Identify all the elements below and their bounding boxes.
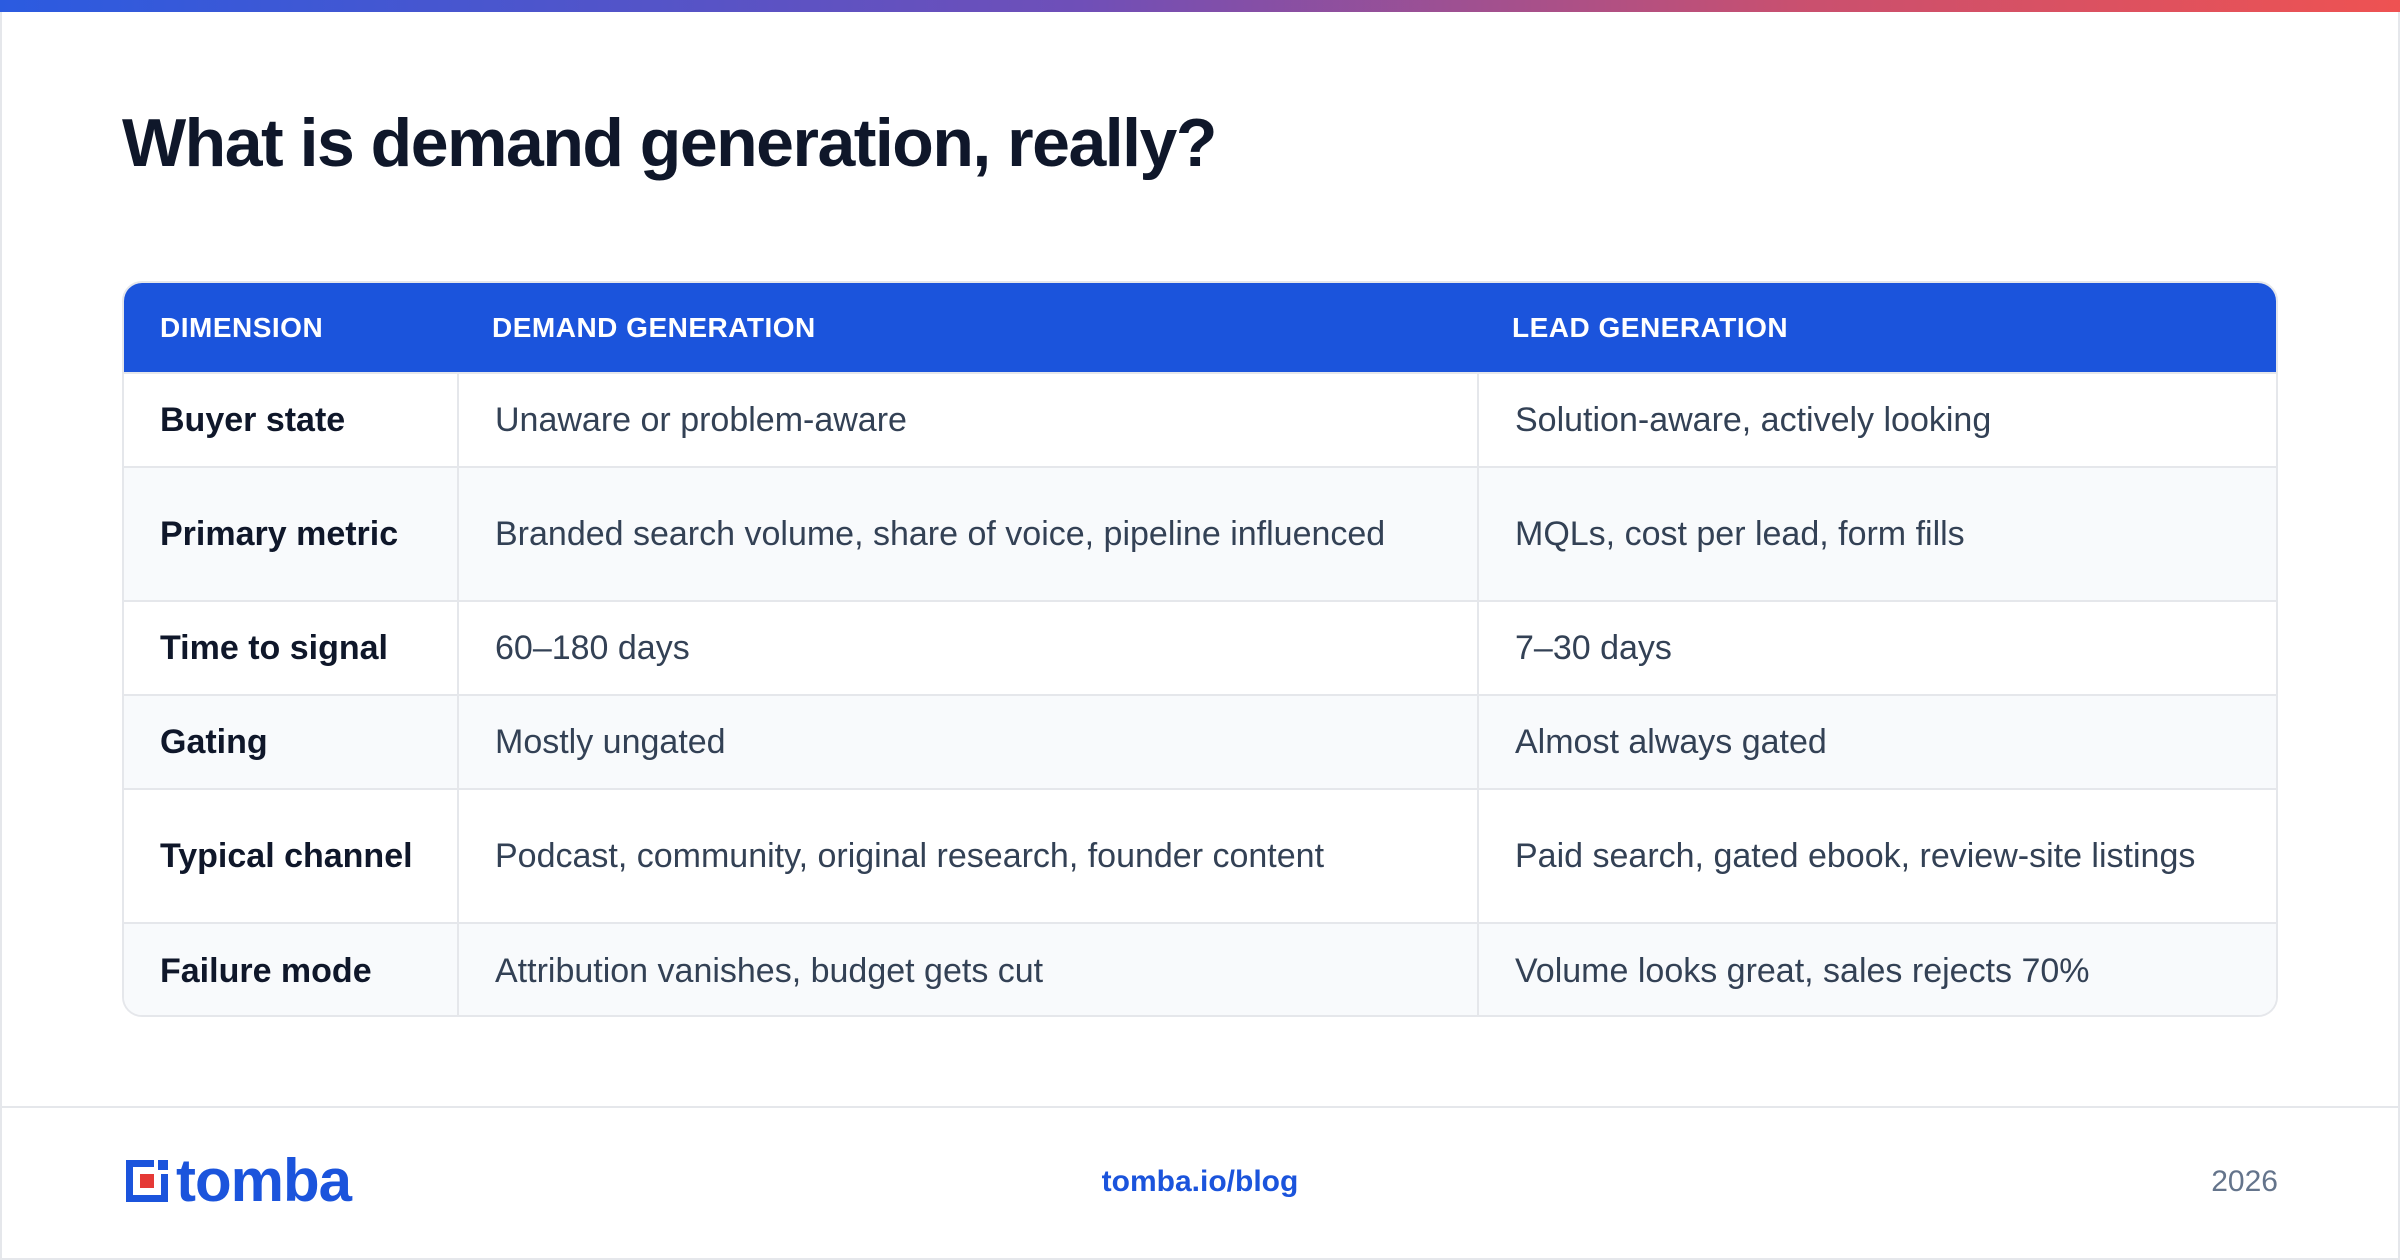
dimension-cell: Typical channel [124, 788, 458, 923]
comparison-table: DIMENSION DEMAND GENERATION LEAD GENERAT… [122, 281, 2278, 1017]
comparison-table-grid: DIMENSION DEMAND GENERATION LEAD GENERAT… [124, 283, 2276, 1015]
dimension-cell: Primary metric [124, 466, 458, 601]
demand-cell: 60–180 days [457, 600, 1478, 695]
lead-cell: Almost always gated [1477, 694, 2276, 789]
blog-link[interactable]: tomba.io/blog [0, 1165, 2400, 1199]
dimension-cell: Gating [124, 694, 458, 789]
demand-cell: Mostly ungated [457, 694, 1478, 789]
header-dimension: DIMENSION [124, 283, 458, 373]
table-header-row: DIMENSION DEMAND GENERATION LEAD GENERAT… [124, 283, 2276, 373]
demand-cell: Branded search volume, share of voice, p… [457, 466, 1478, 601]
gradient-top-bar [0, 0, 2400, 12]
table-row: Gating Mostly ungated Almost always gate… [124, 694, 2276, 789]
dimension-cell: Time to signal [124, 600, 458, 695]
table-row: Time to signal 60–180 days 7–30 days [124, 600, 2276, 695]
table-row: Buyer state Unaware or problem-aware Sol… [124, 372, 2276, 467]
table-row: Typical channel Podcast, community, orig… [124, 788, 2276, 923]
table-row: Primary metric Branded search volume, sh… [124, 466, 2276, 601]
demand-cell: Attribution vanishes, budget gets cut [457, 922, 1478, 1015]
lead-cell: 7–30 days [1477, 600, 2276, 695]
dimension-cell: Buyer state [124, 372, 458, 467]
demand-cell: Podcast, community, original research, f… [457, 788, 1478, 923]
header-demand-generation: DEMAND GENERATION [458, 283, 1478, 373]
header-lead-generation: LEAD GENERATION [1478, 283, 2276, 373]
footer-year: 2026 [2211, 1165, 2278, 1198]
lead-cell: Solution-aware, actively looking [1477, 372, 2276, 467]
page-title: What is demand generation, really? [122, 105, 1217, 181]
lead-cell: Paid search, gated ebook, review-site li… [1477, 788, 2276, 923]
footer-divider [0, 1106, 2400, 1108]
table-row: Failure mode Attribution vanishes, budge… [124, 922, 2276, 1015]
dimension-cell: Failure mode [124, 922, 458, 1015]
lead-cell: MQLs, cost per lead, form fills [1477, 466, 2276, 601]
lead-cell: Volume looks great, sales rejects 70% [1477, 922, 2276, 1015]
demand-cell: Unaware or problem-aware [457, 372, 1478, 467]
